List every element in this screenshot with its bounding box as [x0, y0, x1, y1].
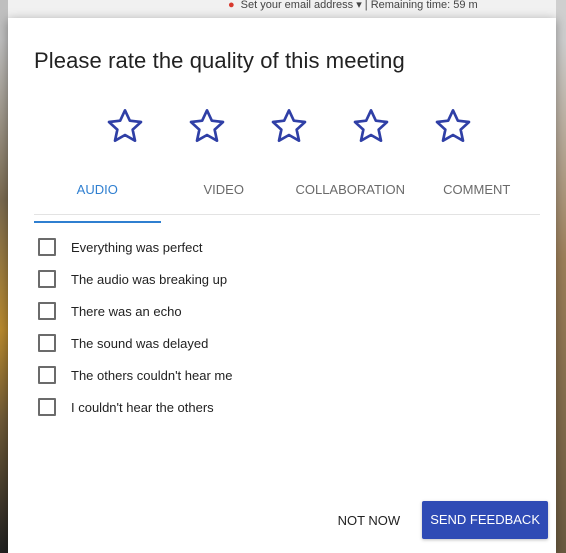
dialog-actions: NOT NOW SEND FEEDBACK: [332, 501, 548, 539]
feedback-tabs: AUDIO VIDEO COLLABORATION COMMENT: [34, 176, 541, 223]
feedback-dialog: Please rate the quality of this meeting …: [8, 18, 556, 553]
option-label: The sound was delayed: [71, 335, 209, 351]
audio-options-list: Everything was perfect The audio was bre…: [38, 231, 398, 423]
checkbox[interactable]: [38, 270, 56, 288]
recording-dot-icon: ●: [228, 0, 235, 11]
option-others-cant-hear-me[interactable]: The others couldn't hear me: [38, 359, 398, 391]
option-label: I couldn't hear the others: [71, 399, 214, 415]
checkbox[interactable]: [38, 302, 56, 320]
option-sound-delayed[interactable]: The sound was delayed: [38, 327, 398, 359]
checkbox[interactable]: [38, 334, 56, 352]
background-header-text: Set your email address ▾ | Remaining tim…: [240, 0, 478, 11]
option-everything-perfect[interactable]: Everything was perfect: [38, 231, 398, 263]
background-right-strip: [556, 0, 566, 553]
tab-collaboration[interactable]: COLLABORATION: [287, 176, 414, 214]
option-label: The others couldn't hear me: [71, 367, 233, 383]
option-cant-hear-others[interactable]: I couldn't hear the others: [38, 391, 398, 423]
not-now-button[interactable]: NOT NOW: [332, 505, 407, 536]
checkbox[interactable]: [38, 238, 56, 256]
checkbox[interactable]: [38, 366, 56, 384]
star-4-icon[interactable]: [349, 106, 393, 146]
option-echo[interactable]: There was an echo: [38, 295, 398, 327]
star-2-icon[interactable]: [185, 106, 229, 146]
star-1-icon[interactable]: [103, 106, 147, 146]
tab-comment[interactable]: COMMENT: [414, 176, 541, 214]
option-label: The audio was breaking up: [71, 271, 228, 287]
send-feedback-button[interactable]: SEND FEEDBACK: [422, 501, 548, 539]
tab-video[interactable]: VIDEO: [161, 176, 288, 214]
option-label: Everything was perfect: [71, 239, 203, 255]
checkbox[interactable]: [38, 398, 56, 416]
option-audio-breaking-up[interactable]: The audio was breaking up: [38, 263, 398, 295]
tab-audio[interactable]: AUDIO: [34, 176, 161, 223]
background-header-bar: ● Set your email address ▾ | Remaining ti…: [228, 0, 566, 12]
option-label: There was an echo: [71, 303, 182, 319]
star-3-icon[interactable]: [267, 106, 311, 146]
star-rating: [103, 106, 475, 146]
star-5-icon[interactable]: [431, 106, 475, 146]
background-left-strip: [0, 0, 8, 553]
dialog-title: Please rate the quality of this meeting: [34, 48, 405, 73]
